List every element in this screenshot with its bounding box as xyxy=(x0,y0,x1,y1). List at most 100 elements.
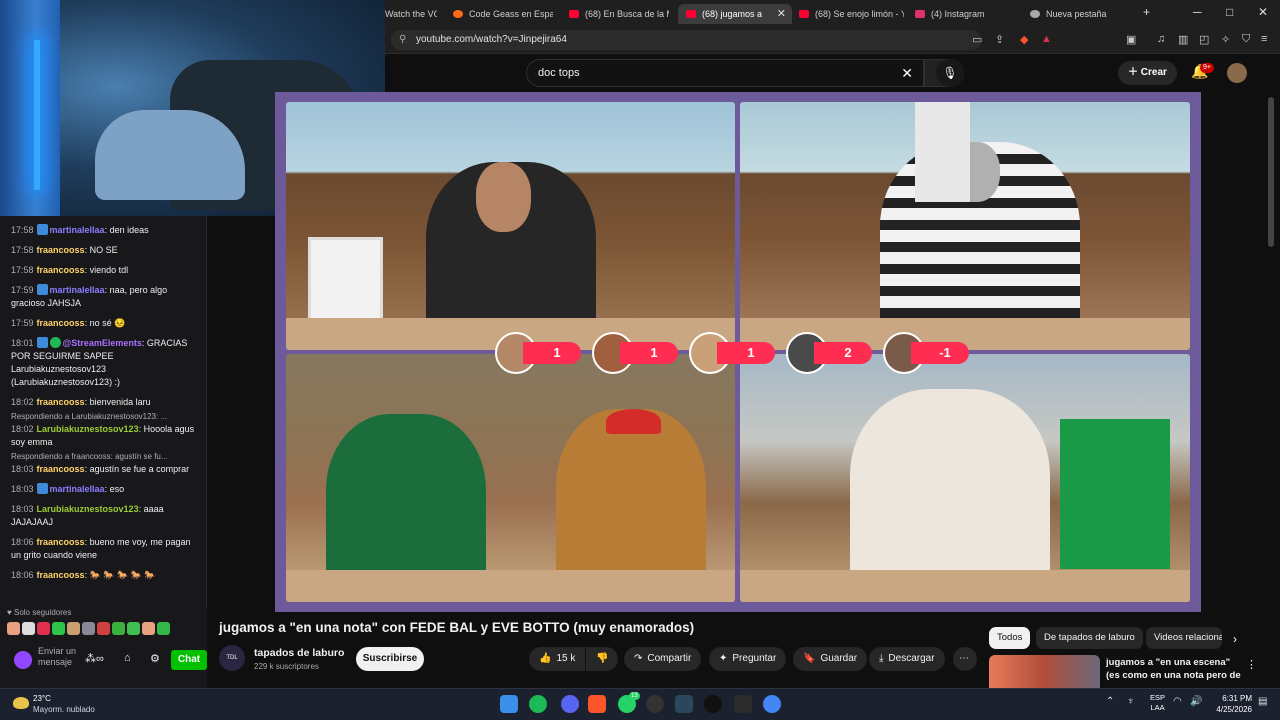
emote[interactable] xyxy=(97,622,110,635)
site-info-icon[interactable]: ⚲ xyxy=(399,30,406,50)
tab-6[interactable]: Nueva pestaña xyxy=(1030,4,1130,24)
language-indicator[interactable]: ESP LAA xyxy=(1150,693,1165,713)
emote[interactable] xyxy=(52,622,65,635)
tab-4[interactable]: (68) Se enojo limón - Yo xyxy=(799,4,904,24)
save-button[interactable]: 🔖 Guardar xyxy=(793,647,868,671)
weather-temp[interactable]: 23°C xyxy=(33,694,51,703)
emote[interactable] xyxy=(22,622,35,635)
chat-input[interactable]: Enviar un mensaje xyxy=(38,646,83,668)
wallet-icon[interactable]: ◰ xyxy=(1199,33,1209,46)
chat-username[interactable]: martinalellaa xyxy=(50,285,105,295)
cast-icon[interactable]: ▭ xyxy=(972,33,982,46)
reply-context[interactable]: Respondiendo a Larubiakuznestosov123: ..… xyxy=(0,412,207,421)
tab-2[interactable]: (68) En Busca de la Mejor xyxy=(569,4,669,24)
emote[interactable] xyxy=(127,622,140,635)
obs-icon[interactable] xyxy=(704,695,722,713)
channel-name[interactable]: tapados de laburo xyxy=(254,647,344,659)
chat-username[interactable]: Larubiakuznestosov123 xyxy=(37,424,139,434)
share-icon[interactable]: ⇪ xyxy=(995,33,1004,46)
split-view-icon[interactable]: ▥ xyxy=(1178,33,1188,46)
store-icon[interactable]: ⌂ xyxy=(124,652,131,664)
gear-icon[interactable]: ⚙ xyxy=(150,652,160,665)
chat-username[interactable]: martinalellaa xyxy=(50,225,105,235)
chat-username[interactable]: Larubiakuznestosov123 xyxy=(37,504,139,514)
chip-channel[interactable]: De tapados de laburo xyxy=(1036,627,1143,649)
weather-desc[interactable]: Mayorm. nublado xyxy=(33,705,95,714)
emote[interactable] xyxy=(142,622,155,635)
vpn-icon[interactable]: ⛉ xyxy=(1242,33,1250,46)
download-button[interactable]: ⤓ Descargar xyxy=(869,647,945,671)
chip-related[interactable]: Videos relacionados xyxy=(1146,627,1222,649)
channel-avatar[interactable]: TDL xyxy=(219,645,245,671)
capcut-icon[interactable] xyxy=(734,695,752,713)
chat-username[interactable]: fraancooss xyxy=(37,464,85,474)
maximize-icon[interactable]: □ xyxy=(1226,5,1233,19)
close-window-icon[interactable]: ✕ xyxy=(1258,5,1268,19)
notification-center-icon[interactable]: ▤ xyxy=(1258,696,1267,707)
emote[interactable] xyxy=(67,622,80,635)
chat-username[interactable]: fraancooss xyxy=(37,397,85,407)
chat-username[interactable]: @StreamElements xyxy=(63,338,142,348)
chat-badge-icon[interactable] xyxy=(36,483,48,494)
reply-context[interactable]: Respondiendo a fraancooss: agustín se fu… xyxy=(0,452,207,461)
brave-icon[interactable] xyxy=(588,695,606,713)
dislike-button[interactable]: 👎 xyxy=(586,647,618,671)
emote[interactable] xyxy=(7,622,20,635)
emote[interactable] xyxy=(37,622,50,635)
voice-search-icon[interactable]: 🎙 xyxy=(936,59,964,87)
chat-badge-icon[interactable] xyxy=(36,284,48,295)
emote[interactable] xyxy=(157,622,170,635)
url-field[interactable]: ⚲ youtube.com/watch?v=Jinpejira64 xyxy=(391,30,981,50)
chat-username[interactable]: fraancooss xyxy=(37,537,85,547)
share-button[interactable]: ↷ Compartir xyxy=(624,647,702,671)
emote[interactable] xyxy=(112,622,125,635)
tray-app-icon[interactable]: ♆ xyxy=(1127,696,1135,707)
chat-badge-icon[interactable] xyxy=(36,337,48,348)
chat-username[interactable]: fraancooss xyxy=(37,318,85,328)
emote[interactable] xyxy=(82,622,95,635)
close-tab-icon[interactable]: ✕ xyxy=(777,4,786,24)
ask-button[interactable]: ✦ Preguntar xyxy=(709,647,787,671)
tab-0[interactable]: Watch the VOD xyxy=(385,4,437,24)
more-actions-button[interactable]: ⋯ xyxy=(953,647,977,671)
brave-shield-icon[interactable]: ◆ xyxy=(1020,33,1028,46)
tab-1[interactable]: Code Geass en Español xyxy=(453,4,553,24)
search-input[interactable]: doc tops ✕ xyxy=(526,59,924,87)
chat-badge-icon[interactable] xyxy=(36,224,48,235)
sidebar-icon[interactable]: ▣ xyxy=(1126,33,1136,46)
chevron-up-icon[interactable]: ⌃ xyxy=(1106,696,1114,707)
page-scrollbar[interactable] xyxy=(1266,92,1276,252)
menu-icon[interactable]: ≡ xyxy=(1261,33,1267,45)
like-button[interactable]: 👍 15 k xyxy=(529,647,585,671)
chat-username[interactable]: martinalellaa xyxy=(50,484,105,494)
recommendation-thumbnail[interactable] xyxy=(989,655,1100,688)
start-icon[interactable] xyxy=(500,695,518,713)
chat-username[interactable]: fraancooss xyxy=(37,245,85,255)
leo-icon[interactable]: ✧ xyxy=(1221,33,1230,46)
video-player[interactable]: 1 1 1 2 -1 xyxy=(275,92,1201,612)
create-button[interactable]: ＋ Crear xyxy=(1118,61,1177,85)
discord-icon[interactable] xyxy=(561,695,579,713)
steam-icon[interactable] xyxy=(675,695,693,713)
chat-username[interactable]: fraancooss xyxy=(37,265,85,275)
chrome-icon[interactable] xyxy=(763,695,781,713)
mic-icon[interactable] xyxy=(14,651,32,669)
minimize-icon[interactable]: ─ xyxy=(1193,5,1202,19)
clock[interactable]: 6:31 PM 4/25/2026 xyxy=(1208,693,1252,715)
more-vert-icon[interactable]: ⋮ xyxy=(1246,658,1257,671)
tab-5[interactable]: (4) Instagram xyxy=(915,4,1015,24)
tab-3[interactable]: (68) jugamos a ✕ xyxy=(678,4,792,24)
chip-all[interactable]: Todos xyxy=(989,627,1031,649)
volume-icon[interactable]: 🔊 xyxy=(1190,696,1202,707)
weather-icon[interactable] xyxy=(13,697,29,709)
clear-search-icon[interactable]: ✕ xyxy=(901,60,913,86)
chevron-right-icon[interactable]: › xyxy=(1233,632,1237,646)
chat-username[interactable]: fraancooss xyxy=(37,570,85,580)
account-avatar[interactable] xyxy=(1227,63,1247,83)
wifi-icon[interactable]: ◠ xyxy=(1173,696,1182,707)
media-icon[interactable]: ♫ xyxy=(1157,33,1165,45)
subscribe-button[interactable]: Suscribirse xyxy=(356,647,424,671)
rewards-icon[interactable]: ▲ xyxy=(1041,33,1052,45)
new-tab-icon[interactable]: + xyxy=(1143,5,1150,19)
chat-send-button[interactable]: Chat xyxy=(171,650,207,670)
